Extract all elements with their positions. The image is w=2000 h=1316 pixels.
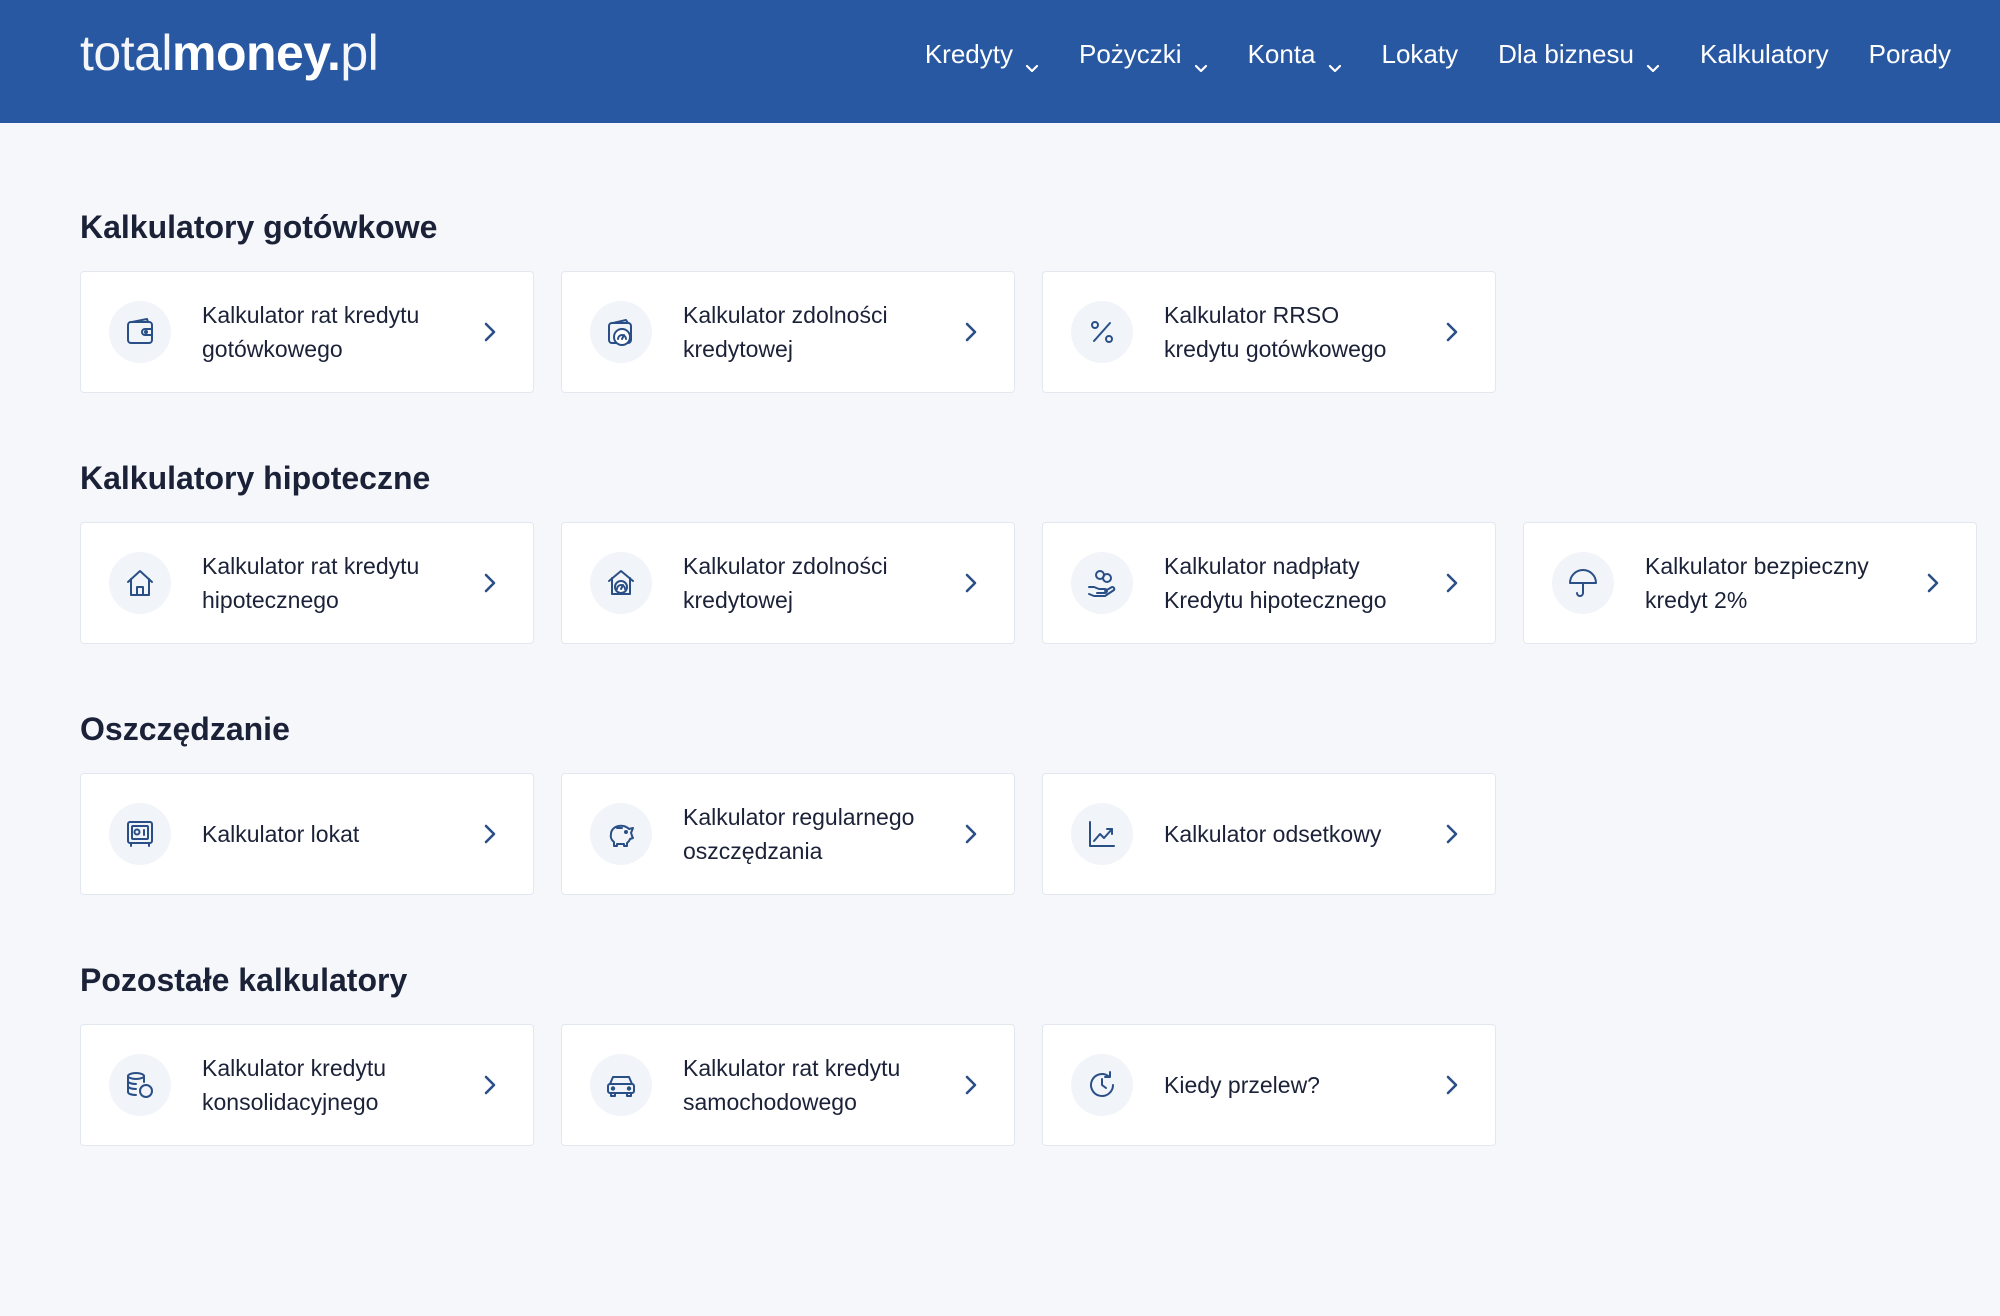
trend-chart-icon [1071,803,1133,865]
chevron-right-icon [1926,572,1940,594]
nav-item-label: Pożyczki [1078,39,1182,69]
chevron-right-icon [964,823,978,845]
calculator-card[interactable]: Kiedy przelew? [1042,1024,1496,1146]
logo-part-total: total [80,24,173,81]
chevron-right-icon [483,321,497,343]
calculator-card[interactable]: Kalkulator bezpieczny kredyt 2% [1523,522,1977,644]
card-label: Kalkulator regularnego oszczędzania [683,804,915,864]
calculator-card[interactable]: Kalkulator regularnego oszczędzania [561,773,1015,895]
nav-item-pożyczki[interactable]: Pożyczki [1078,39,1208,72]
calculator-card[interactable]: Kalkulator zdolności kredytowej [561,271,1015,393]
calculator-card[interactable]: Kalkulator kredytu konsolidacyjnego [80,1024,534,1146]
card-label: Kalkulator lokat [202,821,360,847]
coins-stack-icon [109,1054,171,1116]
nav-item-dla-biznesu[interactable]: Dla biznesu [1498,39,1660,72]
chevron-right-icon [483,1074,497,1096]
safe-icon [109,803,171,865]
wallet-gauge-icon [590,301,652,363]
chevron-right-icon [483,572,497,594]
calculator-card[interactable]: Kalkulator lokat [80,773,534,895]
calculator-card[interactable]: Kalkulator nadpłaty Kredytu hipotecznego [1042,522,1496,644]
nav-item-label: Porady [1868,39,1951,69]
calculator-section: Kalkulatory hipoteczne Kalkulator rat kre… [80,454,2000,644]
calculator-card[interactable]: Kalkulator rat kredytu gotówkowego [80,271,534,393]
site-header: totalmoney.pl Kredyty Pożyczki Konta Lokaty… [0,0,2000,123]
percent-icon [1071,301,1133,363]
card-label: Kalkulator kredytu konsolidacyjnego [202,1055,387,1115]
chevron-down-icon [1328,50,1342,72]
nav-item-label: Konta [1247,39,1316,69]
hand-coins-icon [1071,552,1133,614]
section-title: Kalkulatory gotówkowe [80,209,438,245]
calculator-section: Pozostałe kalkulatory Kalkulator kredytu … [80,956,2000,1146]
card-grid: Kalkulator rat kredytu hipotecznego Kalku… [80,522,2000,644]
logo-part-tld: pl [340,24,379,81]
main-nav: Kredyty Pożyczki Konta Lokaty Dla biznesu Kal… [924,39,1951,72]
chevron-right-icon [964,321,978,343]
nav-item-label: Kalkulatory [1699,39,1829,69]
card-label: Kalkulator RRSO kredytu gotówkowego [1164,302,1387,362]
car-icon [590,1054,652,1116]
chevron-right-icon [1445,823,1459,845]
section-title: Kalkulatory hipoteczne [80,460,431,496]
nav-item-kredyty[interactable]: Kredyty [924,39,1039,72]
chevron-right-icon [1445,321,1459,343]
logo[interactable]: totalmoney.pl [80,24,379,81]
chevron-right-icon [964,572,978,594]
card-label: Kalkulator rat kredytu samochodowego [683,1055,901,1115]
chevron-right-icon [1445,572,1459,594]
nav-item-label: Kredyty [924,39,1013,69]
nav-item-kalkulatory[interactable]: Kalkulatory [1700,39,1829,70]
calculator-card[interactable]: Kalkulator RRSO kredytu gotówkowego [1042,271,1496,393]
card-label: Kiedy przelew? [1164,1072,1320,1098]
card-label: Kalkulator bezpieczny kredyt 2% [1645,553,1869,613]
nav-item-lokaty[interactable]: Lokaty [1382,39,1459,70]
card-grid: Kalkulator rat kredytu gotówkowego Kalkul… [80,271,2000,393]
chevron-down-icon [1646,50,1660,72]
card-label: Kalkulator odsetkowy [1164,821,1382,847]
card-label: Kalkulator rat kredytu gotówkowego [202,302,420,362]
calculators-page: Kalkulatory gotówkowe Kalkulator rat kred… [0,123,2000,1146]
calculator-card[interactable]: Kalkulator rat kredytu samochodowego [561,1024,1015,1146]
logo-part-money: money [172,24,327,81]
calculator-card[interactable]: Kalkulator odsetkowy [1042,773,1496,895]
card-label: Kalkulator rat kredytu hipotecznego [202,553,420,613]
nav-item-label: Dla biznesu [1498,39,1634,69]
house-icon [109,552,171,614]
card-grid: Kalkulator kredytu konsolidacyjnego Kalku… [80,1024,2000,1146]
nav-item-porady[interactable]: Porady [1869,39,1951,70]
card-grid: Kalkulator lokat Kalkulator regularnego o… [80,773,2000,895]
logo-part-dot: . [326,24,341,81]
calculator-card[interactable]: Kalkulator zdolności kredytowej [561,522,1015,644]
section-title: Oszczędzanie [80,711,290,747]
calculator-section: Kalkulatory gotówkowe Kalkulator rat kred… [80,203,2000,393]
chevron-right-icon [483,823,497,845]
piggy-bank-icon [590,803,652,865]
section-title: Pozostałe kalkulatory [80,962,408,998]
chevron-right-icon [964,1074,978,1096]
card-label: Kalkulator nadpłaty Kredytu hipotecznego [1164,553,1387,613]
house-gauge-icon [590,552,652,614]
calculator-card[interactable]: Kalkulator rat kredytu hipotecznego [80,522,534,644]
chevron-right-icon [1445,1074,1459,1096]
nav-item-label: Lokaty [1381,39,1459,69]
nav-item-konta[interactable]: Konta [1247,39,1342,72]
card-label: Kalkulator zdolności kredytowej [683,553,888,613]
umbrella-icon [1552,552,1614,614]
wallet-icon [109,301,171,363]
chevron-down-icon [1194,50,1208,72]
clock-icon [1071,1054,1133,1116]
card-label: Kalkulator zdolności kredytowej [683,302,888,362]
chevron-down-icon [1025,50,1039,72]
calculator-section: Oszczędzanie Kalkulator lokat Kalkulator r… [80,705,2000,895]
